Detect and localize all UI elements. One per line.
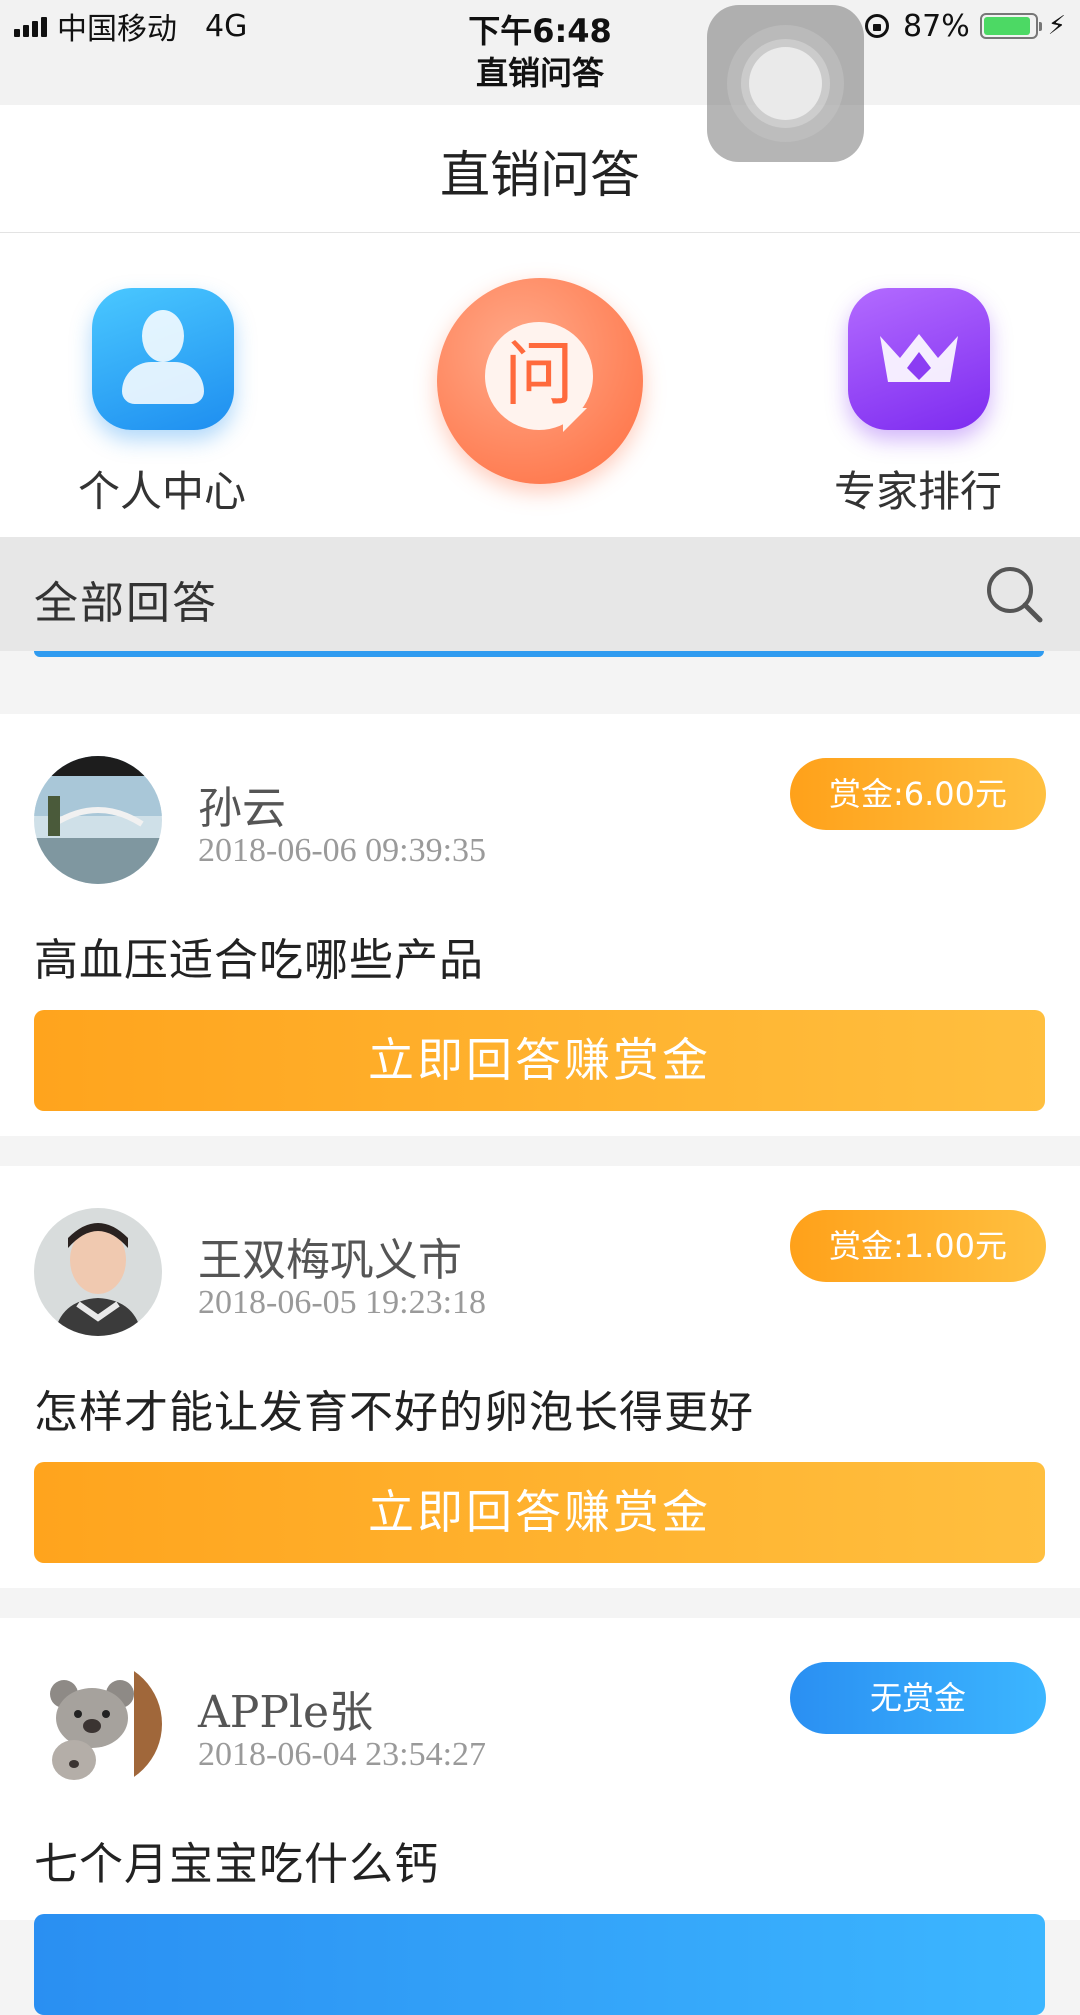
status-bar: 中国移动 4G 下午6:48 直销问答 87% ⚡ — [0, 0, 1080, 105]
question-card[interactable]: 王双梅巩义市 2018-06-05 19:23:18 赏金:1.00元 怎样才能… — [0, 1166, 1080, 1588]
user-name: APPle张 — [198, 1687, 374, 1738]
page-title: 直销问答 — [440, 146, 640, 204]
avatar — [34, 1660, 162, 1788]
question-text[interactable]: 高血压适合吃哪些产品 — [34, 924, 484, 988]
answer-button[interactable]: 立即回答赚赏金 — [34, 1010, 1045, 1111]
user-icon — [92, 288, 234, 430]
filter-bar[interactable]: 全部回答 — [0, 537, 1080, 651]
assistive-touch-button[interactable] — [707, 5, 864, 162]
expert-ranking-label: 专家排行 — [833, 467, 1002, 516]
nav-bar: 直销问答 — [0, 105, 1080, 234]
user-name: 孙云 — [198, 783, 286, 834]
post-time: 2018-06-06 09:39:35 — [198, 832, 487, 869]
post-time: 2018-06-04 23:54:27 — [198, 1736, 487, 1773]
bounty-badge: 无赏金 — [790, 1662, 1046, 1734]
bounty-badge: 赏金:1.00元 — [790, 1210, 1046, 1282]
crown-icon — [848, 288, 990, 430]
question-card[interactable]: APPle张 2018-06-04 23:54:27 无赏金 七个月宝宝吃什么钙 — [0, 1618, 1080, 2015]
post-time: 2018-06-05 19:23:18 — [198, 1284, 487, 1321]
battery-icon — [979, 13, 1042, 39]
tab-indicator — [34, 651, 1044, 657]
question-card[interactable]: 孙云 2018-06-06 09:39:35 赏金:6.00元 高血压适合吃哪些… — [0, 714, 1080, 1136]
status-app-name: 直销问答 — [475, 54, 604, 92]
charging-icon: ⚡ — [1047, 11, 1066, 41]
personal-center-label: 个人中心 — [77, 467, 246, 516]
user-name: 王双梅巩义市 — [198, 1235, 462, 1286]
avatar — [34, 1208, 162, 1336]
answer-button[interactable] — [34, 1914, 1045, 2015]
battery-percent: 87% — [903, 8, 970, 44]
orientation-lock-icon — [865, 14, 890, 38]
bounty-badge: 赏金:6.00元 — [790, 758, 1046, 830]
question-text[interactable]: 怎样才能让发育不好的卵泡长得更好 — [34, 1376, 754, 1440]
answer-button[interactable]: 立即回答赚赏金 — [34, 1462, 1045, 1563]
filter-label: 全部回答 — [34, 578, 218, 629]
search-icon[interactable] — [984, 564, 1044, 624]
status-right: 87% ⚡ — [865, 8, 1066, 44]
ask-glyph: 问 — [504, 333, 574, 415]
question-text[interactable]: 七个月宝宝吃什么钙 — [34, 1828, 439, 1892]
avatar — [34, 756, 162, 884]
ask-question-button[interactable]: 问 — [437, 278, 643, 484]
